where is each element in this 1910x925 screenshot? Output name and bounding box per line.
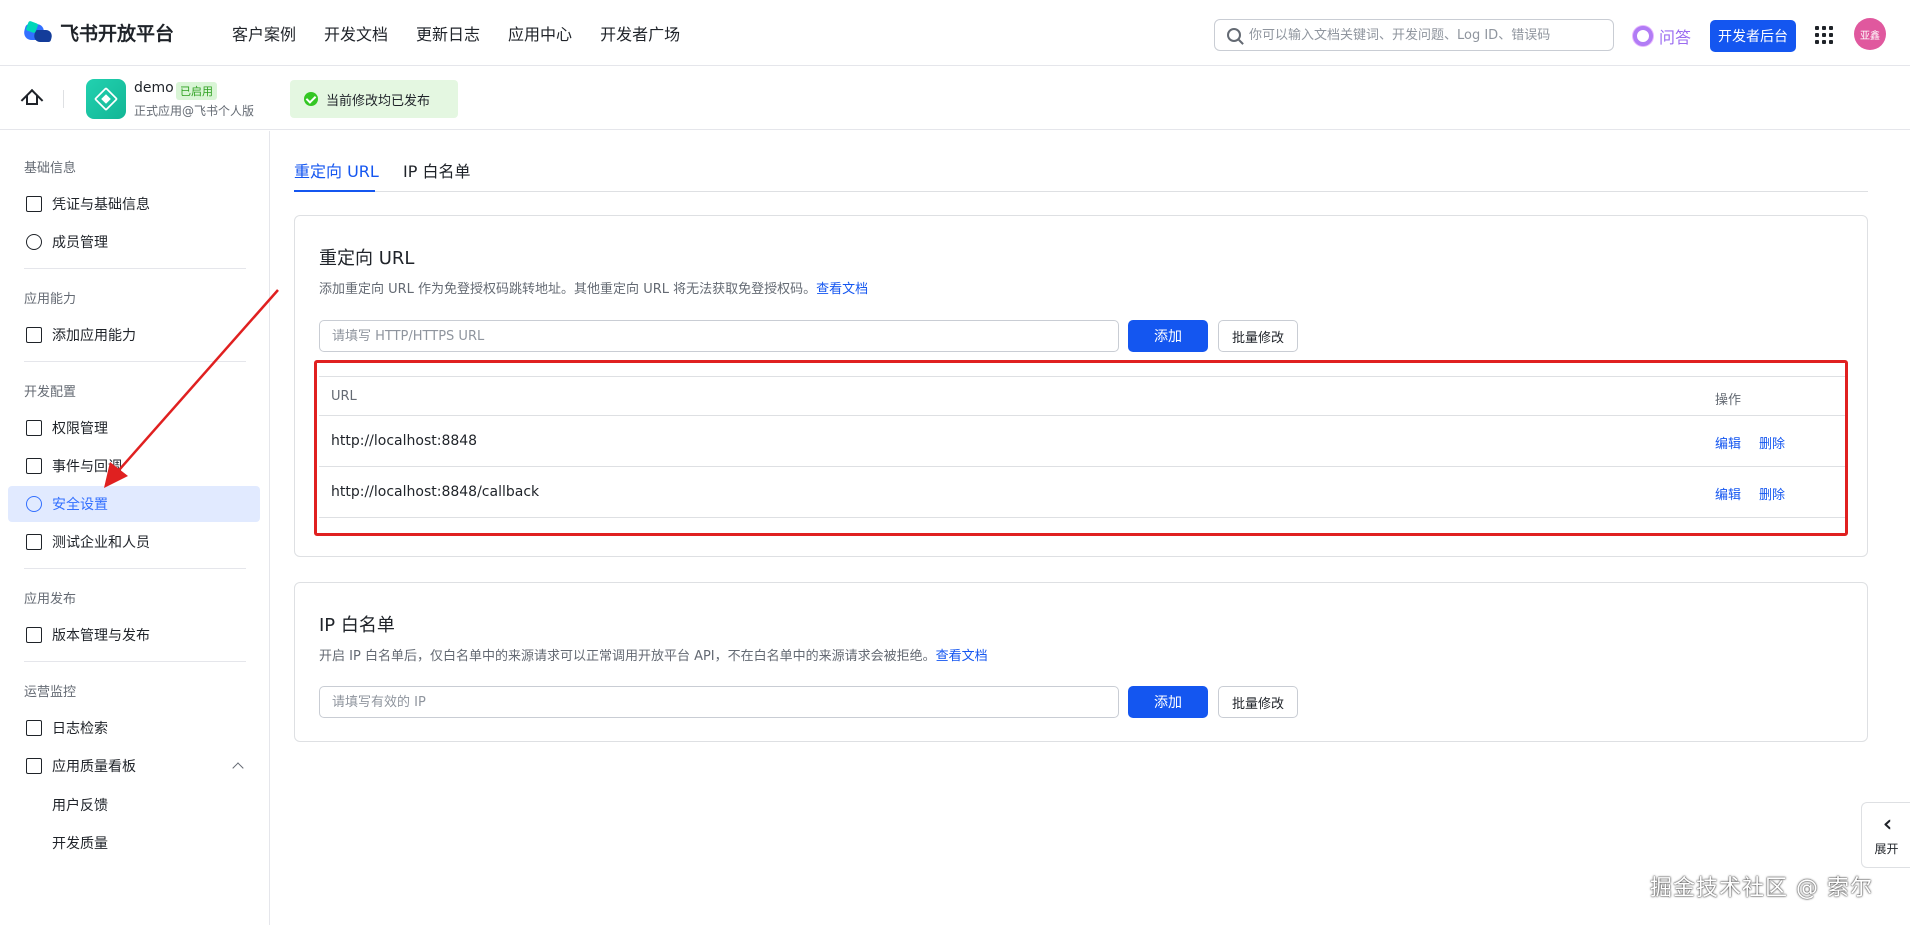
main-menu: 客户案例 开发文档 更新日志 应用中心 开发者广场: [232, 21, 708, 45]
logo-text: 飞书开放平台: [60, 23, 175, 45]
log-search-icon: [26, 720, 42, 736]
bar-chart-icon: [26, 758, 42, 774]
sidebar-item-label: 凭证与基础信息: [52, 197, 150, 213]
app-name[interactable]: demo: [134, 80, 174, 96]
feishu-logo-icon: [21, 20, 54, 44]
publish-status-text: 当前修改均已发布: [326, 93, 431, 109]
search-icon: [1227, 28, 1241, 42]
divider: [63, 90, 64, 108]
shield-check-icon: [26, 496, 42, 512]
redirect-card-desc: 添加重定向 URL 作为免登授权码跳转地址。其他重定向 URL 将无法获取免登授…: [319, 278, 868, 297]
add-redirect-url-button[interactable]: 添加: [1128, 320, 1208, 352]
search-box: [1214, 19, 1614, 51]
sidebar-item-test-enterprise[interactable]: 测试企业和人员: [8, 524, 260, 560]
publish-status-banner: 当前修改均已发布: [290, 80, 458, 118]
menu-item-cases[interactable]: 客户案例: [232, 21, 296, 45]
sidebar-section-dev-config: 开发配置: [24, 385, 77, 400]
sidebar-section-monitoring: 运营监控: [24, 685, 77, 700]
qa-button[interactable]: 问答: [1633, 24, 1691, 48]
expand-panel-button[interactable]: ‹‹ 展开: [1861, 802, 1910, 868]
sidebar-item-label: 版本管理与发布: [52, 628, 150, 644]
tab-bar: 重定向 URL IP 白名单: [294, 150, 1868, 192]
ip-doc-link[interactable]: 查看文档: [936, 649, 988, 664]
annotation-highlight-box: [314, 360, 1848, 536]
ip-card-title: IP 白名单: [319, 615, 395, 636]
menu-item-docs[interactable]: 开发文档: [324, 21, 388, 45]
batch-edit-redirect-button[interactable]: 批量修改: [1218, 320, 1298, 352]
user-avatar[interactable]: 亚鑫: [1854, 18, 1886, 50]
event-plus-icon: [26, 458, 42, 474]
ip-card-desc: 开启 IP 白名单后，仅白名单中的来源请求可以正常调用开放平台 API，不在白名…: [319, 645, 988, 664]
add-ip-button[interactable]: 添加: [1128, 686, 1208, 718]
double-chevron-left-icon: ‹‹: [1882, 811, 1891, 837]
sidebar-item-label: 应用质量看板: [52, 759, 136, 775]
sidebar-section-basic: 基础信息: [24, 161, 77, 176]
annotation-arrow: [104, 289, 279, 488]
redirect-doc-link[interactable]: 查看文档: [816, 282, 868, 297]
sidebar: 基础信息 凭证与基础信息 成员管理 应用能力 添加应用能力 开发配置 权限管理 …: [0, 131, 270, 925]
search-input[interactable]: [1249, 27, 1599, 43]
check-circle-icon: [304, 92, 318, 106]
qa-label: 问答: [1659, 28, 1692, 47]
sidebar-item-versions[interactable]: 版本管理与发布: [8, 617, 260, 653]
menu-item-dev-square[interactable]: 开发者广场: [600, 21, 680, 45]
redirect-desc-text: 添加重定向 URL 作为免登授权码跳转地址。其他重定向 URL 将无法获取免登授…: [319, 282, 817, 297]
ip-input[interactable]: [319, 686, 1119, 718]
sidebar-section-capabilities: 应用能力: [24, 292, 77, 307]
active-tab-indicator: [294, 190, 375, 192]
upload-box-icon: [26, 627, 42, 643]
user-add-icon: [26, 234, 42, 250]
batch-edit-ip-button[interactable]: 批量修改: [1218, 686, 1298, 718]
sidebar-divider: [24, 568, 246, 569]
app-bar: demo 已启用 正式应用@飞书个人版 当前修改均已发布: [0, 66, 1910, 130]
logo[interactable]: 飞书开放平台: [21, 19, 204, 46]
menu-item-changelog[interactable]: 更新日志: [416, 21, 480, 45]
code-box-icon: [26, 534, 42, 550]
sidebar-divider: [24, 661, 246, 662]
ip-whitelist-card: IP 白名单 开启 IP 白名单后，仅白名单中的来源请求可以正常调用开放平台 A…: [294, 582, 1868, 742]
sidebar-item-label: 日志检索: [52, 721, 108, 737]
redirect-card-title: 重定向 URL: [319, 248, 415, 269]
tab-ip-whitelist[interactable]: IP 白名单: [403, 158, 470, 182]
redirect-url-input[interactable]: [319, 320, 1119, 352]
developer-console-button[interactable]: 开发者后台: [1710, 20, 1796, 52]
id-card-icon: [26, 196, 42, 212]
app-subtitle: 正式应用@飞书个人版: [134, 104, 255, 118]
sidebar-item-label: 成员管理: [52, 235, 108, 251]
tab-redirect-url[interactable]: 重定向 URL: [294, 158, 379, 182]
sidebar-item-quality-board[interactable]: 应用质量看板: [8, 748, 260, 784]
app-cube-icon: [86, 79, 126, 119]
sidebar-subitem-dev-quality[interactable]: 开发质量: [52, 833, 108, 853]
apps-grid-icon[interactable]: [1815, 26, 1833, 44]
sidebar-divider: [24, 268, 246, 269]
expand-label: 展开: [1874, 841, 1899, 856]
ai-assistant-icon: [1633, 26, 1653, 46]
menu-item-app-center[interactable]: 应用中心: [508, 21, 572, 45]
sidebar-item-credentials[interactable]: 凭证与基础信息: [8, 186, 260, 222]
home-icon[interactable]: [20, 88, 44, 112]
sidebar-item-label: 测试企业和人员: [52, 535, 150, 551]
sidebar-item-members[interactable]: 成员管理: [8, 224, 260, 260]
sidebar-section-release: 应用发布: [24, 592, 77, 607]
lock-box-icon: [26, 420, 42, 436]
ip-desc-text: 开启 IP 白名单后，仅白名单中的来源请求可以正常调用开放平台 API，不在白名…: [319, 649, 936, 664]
top-nav: 飞书开放平台 客户案例 开发文档 更新日志 应用中心 开发者广场: [0, 0, 1910, 66]
grid-add-icon: [26, 327, 42, 343]
watermark: 掘金技术社区 @ 索尔: [1650, 876, 1873, 901]
app-status-badge: 已启用: [176, 82, 217, 100]
sidebar-item-logs[interactable]: 日志检索: [8, 710, 260, 746]
sidebar-subitem-feedback[interactable]: 用户反馈: [52, 795, 108, 815]
